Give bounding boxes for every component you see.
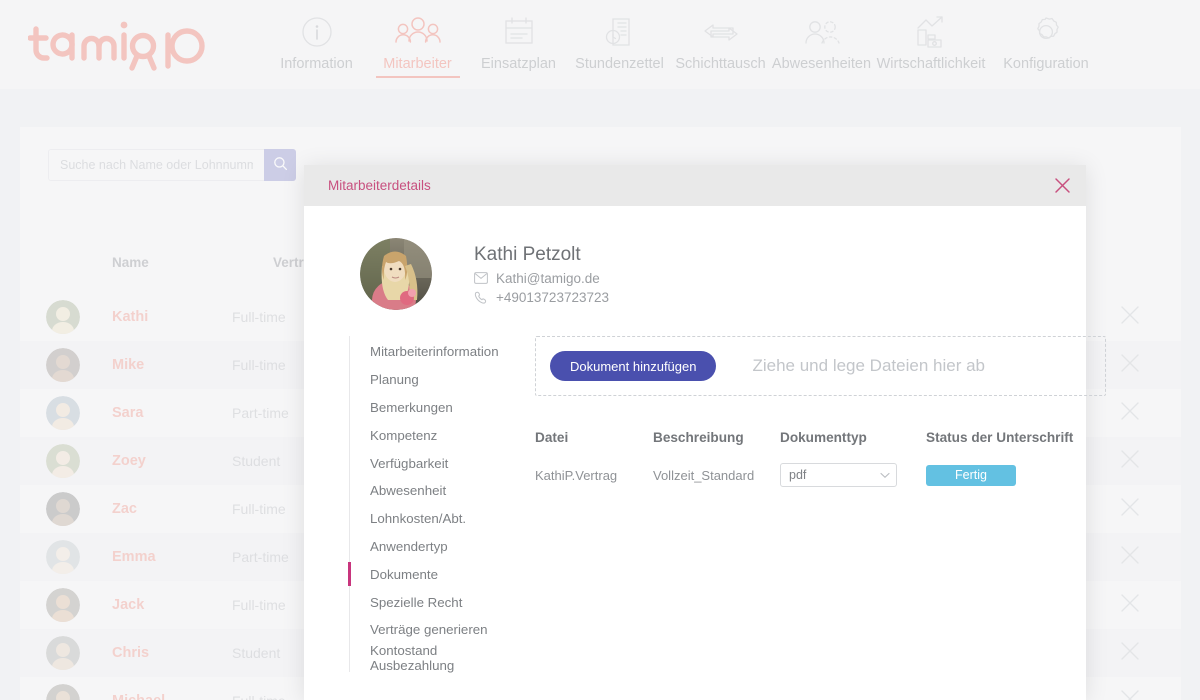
avatar [360, 238, 432, 310]
modal-menu-item[interactable]: Bemerkungen [350, 394, 519, 422]
modal-menu-item-label: Bemerkungen [370, 399, 453, 415]
modal-menu-item[interactable]: Abwesenheit [350, 477, 519, 505]
modal-menu-item[interactable]: Verträge generieren [350, 616, 519, 644]
column-header-status: Status der Unterschrift [926, 430, 1074, 445]
dropzone-hint: Ziehe und lege Dateien hier ab [752, 356, 985, 375]
modal-menu-item-label: Dokumente [370, 566, 438, 582]
profile-name: Kathi Petzolt [474, 243, 581, 265]
document-file-name: KathiP.Vertrag [535, 467, 618, 483]
table-row: KathiP.Vertrag Vollzeit_Standard pdf Fer… [535, 463, 1106, 487]
modal-menu-item[interactable]: Planung [350, 366, 519, 394]
phone-icon [474, 291, 496, 304]
profile-info: Kathi Petzolt Kathi@tamigo.de +490137237… [474, 244, 609, 305]
modal-menu-item[interactable]: Dokumente [348, 560, 519, 588]
chevron-down-icon [880, 468, 890, 482]
app-root: Information Mitarbeit [0, 0, 1200, 700]
active-menu-indicator [348, 562, 351, 587]
document-type-cell: pdf [780, 463, 926, 487]
modal-menu-item[interactable]: Kontostand Ausbezahlung [350, 642, 519, 673]
modal-menu-item[interactable]: Verfügbarkeit [350, 449, 519, 477]
modal-menu-item-label: Abwesenheit [370, 483, 447, 499]
modal-menu-item[interactable]: Spezielle Recht [350, 588, 519, 616]
column-header-description: Beschreibung [653, 430, 744, 445]
modal-menu-item-label: Kontostand Ausbezahlung [370, 642, 455, 673]
document-type-value: pdf [789, 468, 807, 482]
employee-details-modal: Mitarbeiterdetails Kathi Petzolt Kathi@t… [304, 165, 1106, 700]
modal-title: Mitarbeiterdetails [328, 178, 431, 193]
document-status-cell: Fertig [926, 464, 1106, 486]
documents-table: Datei Beschreibung Dokumenttyp Status de… [535, 430, 1106, 487]
profile-section: Kathi Petzolt Kathi@tamigo.de +490137237… [304, 206, 1086, 310]
mail-icon [474, 272, 496, 284]
profile-phone-row: +49013723723723 [474, 290, 609, 305]
modal-menu-item[interactable]: Lohnkosten/Abt. [350, 505, 519, 533]
modal-header: Mitarbeiterdetails [304, 165, 1086, 206]
modal-menu-item[interactable]: Kompetenz [350, 421, 519, 449]
modal-menu-item-label: Anwendertyp [370, 538, 448, 554]
profile-phone[interactable]: +49013723723723 [496, 290, 609, 305]
close-icon[interactable] [1054, 177, 1071, 194]
modal-menu-item-label: Verträge generieren [370, 622, 488, 638]
add-document-button[interactable]: Dokument hinzufügen [550, 351, 717, 381]
modal-body: Mitarbeiterinformation Planung Bemerkungen… [304, 336, 1106, 673]
profile-email-row: Kathi@tamigo.de [474, 271, 609, 286]
file-dropzone[interactable]: Dokument hinzufügen Ziehe und lege Datei… [535, 336, 1106, 396]
column-header-type: Dokumenttyp [780, 430, 867, 445]
document-description: Vollzeit_Standard [653, 467, 755, 483]
document-type-select[interactable]: pdf [780, 463, 897, 487]
modal-menu-item-label: Kompetenz [370, 427, 438, 443]
modal-menu-item[interactable]: Anwendertyp [350, 533, 519, 561]
modal-menu-item-label: Lohnkosten/Abt. [370, 511, 467, 527]
documents-table-header: Datei Beschreibung Dokumenttyp Status de… [535, 430, 1106, 445]
modal-menu-item-label: Spezielle Recht [370, 594, 463, 610]
column-header-file: Datei [535, 430, 569, 445]
modal-menu-item-label: Planung [370, 372, 419, 388]
modal-menu-item-label: Verfügbarkeit [370, 455, 449, 471]
modal-menu-item-label: Mitarbeiterinformation [370, 344, 499, 360]
modal-side-menu: Mitarbeiterinformation Planung Bemerkungen… [348, 336, 519, 673]
modal-menu-item[interactable]: Mitarbeiterinformation [350, 338, 519, 366]
status-badge[interactable]: Fertig [926, 464, 1016, 486]
documents-panel: Dokument hinzufügen Ziehe und lege Datei… [519, 336, 1142, 672]
profile-email[interactable]: Kathi@tamigo.de [496, 271, 600, 286]
